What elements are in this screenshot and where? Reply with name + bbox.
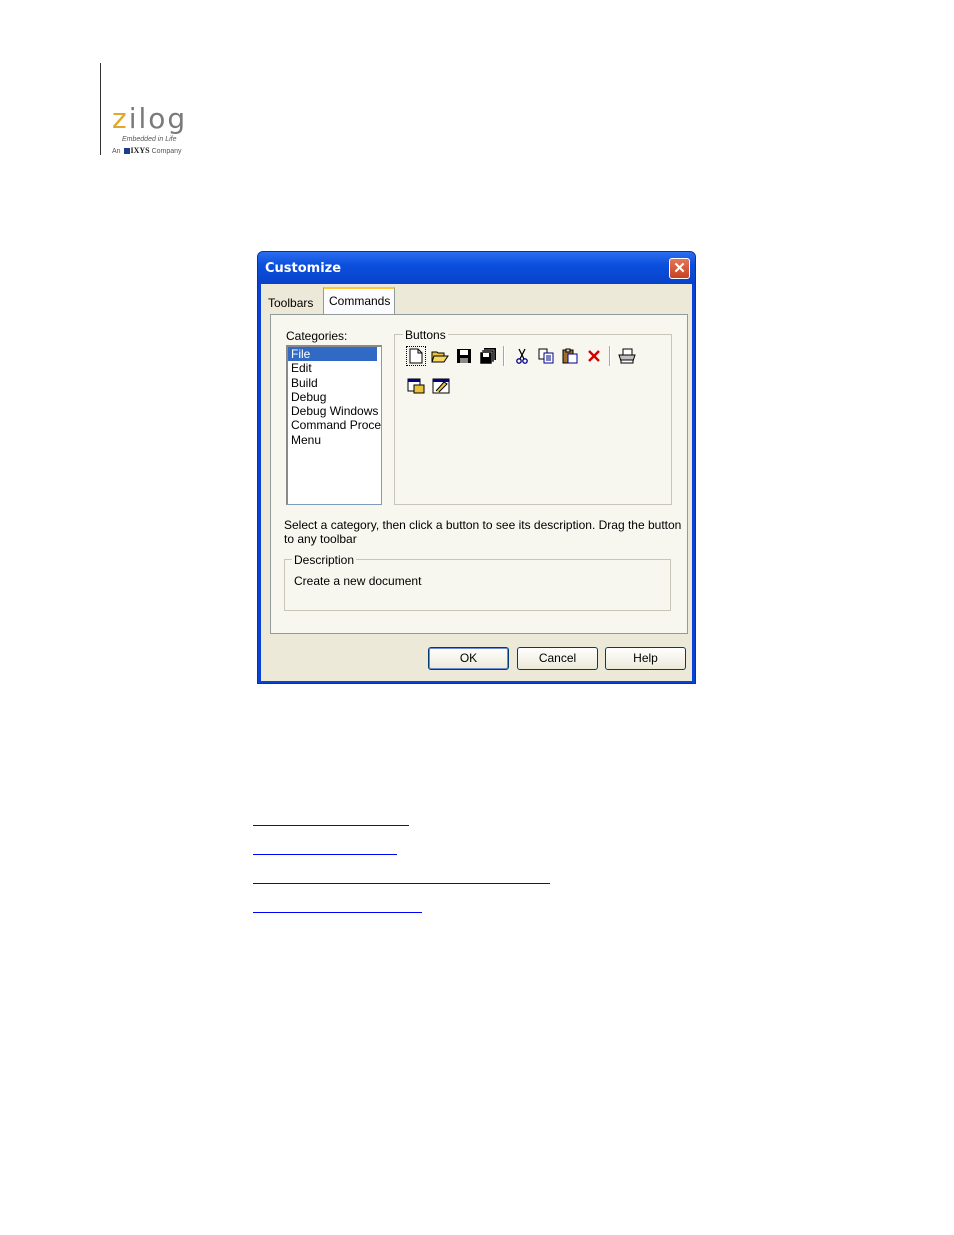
buttons-label: Buttons (403, 328, 448, 342)
tab-commands[interactable]: Commands (323, 287, 395, 314)
description-text: Create a new document (294, 574, 422, 588)
logo-tagline: Embedded in Life (122, 136, 177, 143)
new-project-icon[interactable] (406, 376, 426, 396)
dialog-client-area: Toolbars Commands Categories: File Edit … (261, 284, 692, 681)
ixys-mark-icon (123, 148, 130, 154)
list-item[interactable]: Build (288, 376, 381, 390)
customize-dialog: Customize ✕ Toolbars Commands Categories… (257, 251, 696, 684)
tab-toolbars[interactable]: Toolbars (268, 296, 313, 310)
logo-wordmark: zilog (112, 102, 188, 135)
delete-icon[interactable] (584, 346, 604, 366)
page-margin-rule (100, 63, 101, 155)
hyperlink[interactable] (253, 912, 422, 913)
close-button[interactable]: ✕ (669, 258, 690, 279)
commands-tab-panel: Categories: File Edit Build Debug Debug … (270, 314, 688, 634)
copy-icon[interactable] (536, 346, 556, 366)
print-icon[interactable] (617, 346, 637, 366)
cancel-button[interactable]: Cancel (517, 647, 598, 670)
dialog-title: Customize (265, 261, 342, 276)
help-button[interactable]: Help (605, 647, 686, 670)
title-bar[interactable]: Customize ✕ (258, 252, 695, 284)
new-document-icon[interactable] (406, 346, 426, 366)
open-folder-icon[interactable] (430, 346, 450, 366)
list-item[interactable]: Debug (288, 390, 381, 404)
paste-icon[interactable] (560, 346, 580, 366)
list-item[interactable]: Edit (288, 361, 381, 375)
categories-list[interactable]: File Edit Build Debug Debug Windows Comm… (286, 345, 382, 505)
list-item[interactable]: File (288, 347, 377, 362)
open-project-icon[interactable] (431, 376, 451, 396)
instruction-text: Select a category, then click a button t… (284, 518, 682, 546)
categories-label: Categories: (286, 329, 348, 343)
list-item[interactable]: Debug Windows (288, 404, 381, 418)
save-all-icon[interactable] (478, 346, 498, 366)
hyperlink[interactable] (253, 883, 550, 884)
hyperlink[interactable] (253, 825, 409, 826)
toolbar-separator (503, 346, 505, 366)
zilog-logo: zilog Embedded in Life An IXYS Company (112, 102, 202, 156)
logo-company-line: An IXYS Company (112, 146, 182, 155)
hyperlink[interactable] (253, 854, 397, 855)
save-icon[interactable] (454, 346, 474, 366)
close-icon: ✕ (673, 260, 686, 277)
list-item[interactable]: Command Proces (288, 418, 381, 432)
list-item[interactable]: Menu (288, 433, 381, 447)
ok-button[interactable]: OK (428, 647, 509, 670)
description-label: Description (292, 553, 357, 567)
cut-icon[interactable] (512, 346, 532, 366)
toolbar-separator (609, 346, 611, 366)
